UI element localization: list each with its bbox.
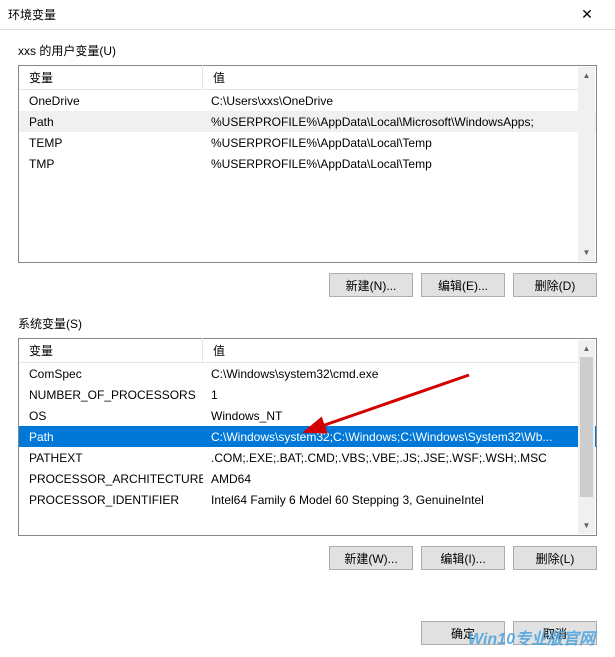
col-header-name[interactable]: 变量 bbox=[19, 338, 203, 363]
cell-name: PROCESSOR_IDENTIFIER bbox=[19, 493, 203, 507]
table-row[interactable]: NUMBER_OF_PROCESSORS 1 bbox=[19, 384, 596, 405]
edit-button[interactable]: 编辑(I)... bbox=[421, 546, 505, 570]
cell-name: PROCESSOR_ARCHITECTURE bbox=[19, 472, 203, 486]
table-row[interactable]: TEMP %USERPROFILE%\AppData\Local\Temp bbox=[19, 132, 596, 153]
cell-value: C:\Windows\system32\cmd.exe bbox=[203, 367, 596, 381]
cell-name: ComSpec bbox=[19, 367, 203, 381]
table-row[interactable]: ComSpec C:\Windows\system32\cmd.exe bbox=[19, 363, 596, 384]
scroll-track[interactable] bbox=[578, 357, 595, 517]
col-header-name[interactable]: 变量 bbox=[19, 65, 203, 90]
cell-name: OneDrive bbox=[19, 94, 203, 108]
delete-button[interactable]: 删除(L) bbox=[513, 546, 597, 570]
cell-value: C:\Windows\system32;C:\Windows;C:\Window… bbox=[203, 430, 596, 444]
new-button[interactable]: 新建(W)... bbox=[329, 546, 413, 570]
scroll-thumb[interactable] bbox=[580, 357, 593, 497]
cell-value: C:\Users\xxs\OneDrive bbox=[203, 94, 596, 108]
table-header: 变量 值 bbox=[19, 339, 596, 363]
cell-value: %USERPROFILE%\AppData\Local\Microsoft\Wi… bbox=[203, 115, 596, 129]
window-title: 环境变量 bbox=[8, 6, 567, 23]
cell-value: %USERPROFILE%\AppData\Local\Temp bbox=[203, 157, 596, 171]
table-row[interactable]: PROCESSOR_IDENTIFIER Intel64 Family 6 Mo… bbox=[19, 489, 596, 510]
user-vars-buttons: 新建(N)... 编辑(E)... 删除(D) bbox=[18, 273, 597, 297]
system-vars-buttons: 新建(W)... 编辑(I)... 删除(L) bbox=[18, 546, 597, 570]
delete-button[interactable]: 删除(D) bbox=[513, 273, 597, 297]
table-row[interactable]: TMP %USERPROFILE%\AppData\Local\Temp bbox=[19, 153, 596, 174]
cell-name: NUMBER_OF_PROCESSORS bbox=[19, 388, 203, 402]
ok-button[interactable]: 确定 bbox=[421, 621, 505, 645]
cell-value: %USERPROFILE%\AppData\Local\Temp bbox=[203, 136, 596, 150]
cell-name: TMP bbox=[19, 157, 203, 171]
table-body: ComSpec C:\Windows\system32\cmd.exe NUMB… bbox=[19, 363, 596, 535]
dialog-content: xxs 的用户变量(U) 变量 值 OneDrive C:\Users\xxs\… bbox=[0, 30, 615, 598]
cell-name: Path bbox=[19, 430, 203, 444]
cell-value: 1 bbox=[203, 388, 596, 402]
scroll-up-icon[interactable]: ▲ bbox=[578, 340, 595, 357]
table-row[interactable]: OneDrive C:\Users\xxs\OneDrive bbox=[19, 90, 596, 111]
col-header-value[interactable]: 值 bbox=[203, 65, 596, 90]
table-body: OneDrive C:\Users\xxs\OneDrive Path %USE… bbox=[19, 90, 596, 262]
table-row[interactable]: Path %USERPROFILE%\AppData\Local\Microso… bbox=[19, 111, 596, 132]
cell-value: AMD64 bbox=[203, 472, 596, 486]
scroll-track[interactable] bbox=[578, 84, 595, 244]
scroll-down-icon[interactable]: ▼ bbox=[578, 244, 595, 261]
cell-name: Path bbox=[19, 115, 203, 129]
titlebar: 环境变量 ✕ bbox=[0, 0, 615, 30]
system-vars-table: 变量 值 ComSpec C:\Windows\system32\cmd.exe… bbox=[18, 338, 597, 536]
user-vars-table: 变量 值 OneDrive C:\Users\xxs\OneDrive Path… bbox=[18, 65, 597, 263]
cell-value: Windows_NT bbox=[203, 409, 596, 423]
edit-button[interactable]: 编辑(E)... bbox=[421, 273, 505, 297]
cell-name: OS bbox=[19, 409, 203, 423]
new-button[interactable]: 新建(N)... bbox=[329, 273, 413, 297]
scroll-down-icon[interactable]: ▼ bbox=[578, 517, 595, 534]
col-header-value[interactable]: 值 bbox=[203, 338, 596, 363]
cell-name: TEMP bbox=[19, 136, 203, 150]
cancel-button[interactable]: 取消 bbox=[513, 621, 597, 645]
close-icon[interactable]: ✕ bbox=[567, 6, 607, 23]
table-row[interactable]: PROCESSOR_ARCHITECTURE AMD64 bbox=[19, 468, 596, 489]
dialog-buttons: 确定 取消 bbox=[421, 621, 597, 645]
system-vars-label: 系统变量(S) bbox=[18, 315, 597, 332]
cell-name: PATHEXT bbox=[19, 451, 203, 465]
table-row[interactable]: OS Windows_NT bbox=[19, 405, 596, 426]
table-row[interactable]: PATHEXT .COM;.EXE;.BAT;.CMD;.VBS;.VBE;.J… bbox=[19, 447, 596, 468]
scrollbar[interactable]: ▲ ▼ bbox=[578, 340, 595, 534]
cell-value: Intel64 Family 6 Model 60 Stepping 3, Ge… bbox=[203, 493, 596, 507]
table-header: 变量 值 bbox=[19, 66, 596, 90]
scroll-up-icon[interactable]: ▲ bbox=[578, 67, 595, 84]
user-vars-label: xxs 的用户变量(U) bbox=[18, 42, 597, 59]
cell-value: .COM;.EXE;.BAT;.CMD;.VBS;.VBE;.JS;.JSE;.… bbox=[203, 451, 596, 465]
scrollbar[interactable]: ▲ ▼ bbox=[578, 67, 595, 261]
table-row[interactable]: Path C:\Windows\system32;C:\Windows;C:\W… bbox=[19, 426, 596, 447]
